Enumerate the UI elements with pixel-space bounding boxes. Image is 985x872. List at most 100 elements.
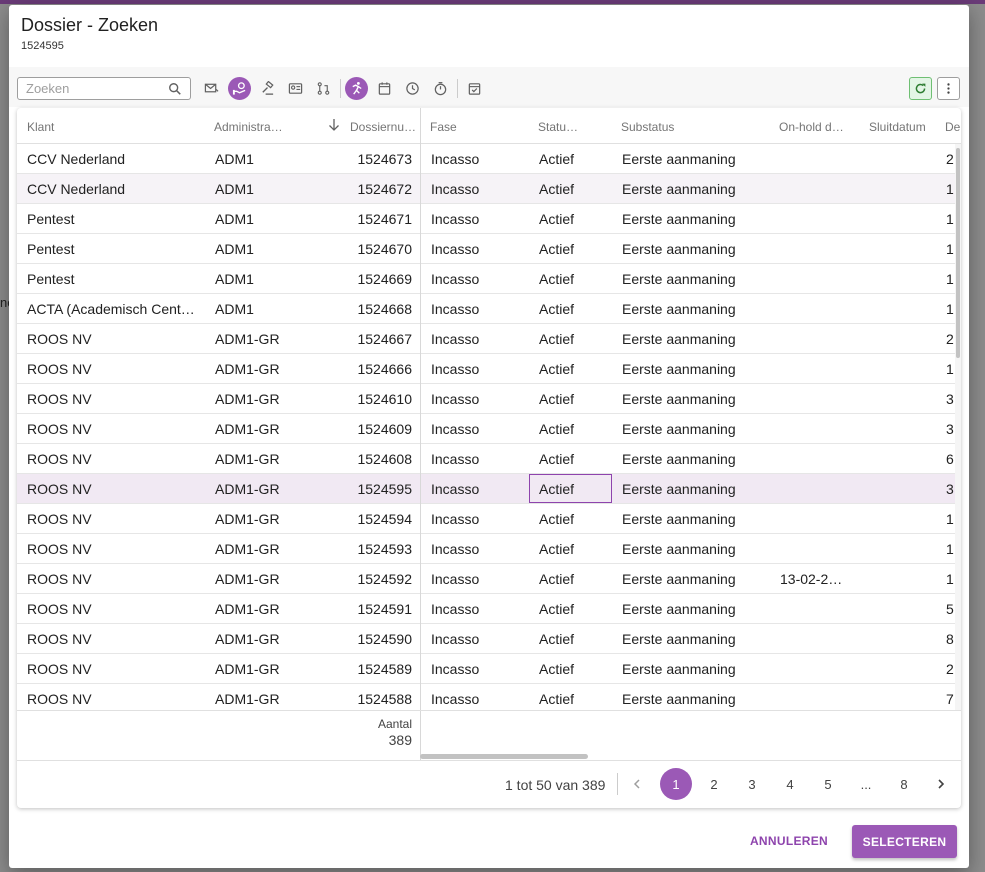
horizontal-scroll-thumb[interactable] — [420, 754, 588, 759]
cell-administratie[interactable]: ADM1-GR — [215, 481, 315, 497]
cell-administratie[interactable]: ADM1-GR — [215, 391, 315, 407]
cell-status[interactable]: Actief — [539, 541, 609, 557]
more-options-button[interactable] — [937, 77, 960, 100]
cell-klant[interactable]: ROOS NV — [27, 661, 197, 677]
column-header-dossiernummer[interactable]: Dossiernu… — [350, 120, 416, 134]
column-header-administratie[interactable]: Administra… — [214, 120, 294, 134]
filter-payment-button[interactable] — [228, 77, 251, 100]
cell-status[interactable]: Actief — [539, 391, 609, 407]
table-row[interactable]: CCV Nederland ADM1 1524672 Incasso Actief Eer… — [17, 174, 955, 204]
cell-administratie[interactable]: ADM1 — [215, 301, 315, 317]
cell-de[interactable]: 5 — [946, 601, 955, 617]
cell-dossiernummer[interactable]: 1524592 — [337, 571, 412, 587]
cell-substatus[interactable]: Eerste aanmaning — [622, 331, 772, 347]
table-row[interactable]: ROOS NV ADM1-GR 1524609 Incasso Actief Eerste… — [17, 414, 955, 444]
cell-de[interactable]: 2 — [946, 151, 955, 167]
sort-descending-icon[interactable] — [327, 118, 341, 132]
filter-clock-button[interactable] — [401, 77, 424, 100]
cell-de[interactable]: 8 — [946, 631, 955, 647]
cell-de[interactable]: 3 — [946, 391, 955, 407]
cell-status[interactable]: Actief — [539, 361, 609, 377]
filter-planned-button[interactable] — [463, 77, 486, 100]
page-button-5[interactable]: 5 — [812, 768, 844, 800]
table-row[interactable]: ROOS NV ADM1-GR 1524588 Incasso Actief Eerste… — [17, 684, 955, 710]
cell-substatus[interactable]: Eerste aanmaning — [622, 301, 772, 317]
cell-administratie[interactable]: ADM1 — [215, 211, 315, 227]
cell-dossiernummer[interactable]: 1524590 — [337, 631, 412, 647]
filter-mail-button[interactable] — [200, 77, 223, 100]
search-input[interactable] — [18, 78, 158, 99]
filter-legal-button[interactable] — [256, 77, 279, 100]
cell-fase[interactable]: Incasso — [431, 271, 521, 287]
cell-status[interactable]: Actief — [539, 691, 609, 707]
cell-dossiernummer[interactable]: 1524673 — [337, 151, 412, 167]
cell-klant[interactable]: CCV Nederland — [27, 151, 197, 167]
cell-fase[interactable]: Incasso — [431, 541, 521, 557]
cell-dossiernummer[interactable]: 1524591 — [337, 601, 412, 617]
column-header-onhold[interactable]: On-hold d… — [779, 120, 859, 134]
cell-dossiernummer[interactable]: 1524667 — [337, 331, 412, 347]
cell-klant[interactable]: Pentest — [27, 241, 197, 257]
cell-klant[interactable]: ROOS NV — [27, 451, 197, 467]
filter-calendar-button[interactable] — [373, 77, 396, 100]
cancel-button[interactable]: ANNULEREN — [749, 825, 829, 857]
cell-klant[interactable]: Pentest — [27, 211, 197, 227]
cell-dossiernummer[interactable]: 1524595 — [337, 481, 412, 497]
table-row[interactable]: Pentest ADM1 1524671 Incasso Actief Eerste aa… — [17, 204, 955, 234]
refresh-button[interactable] — [909, 77, 932, 100]
cell-administratie[interactable]: ADM1 — [215, 241, 315, 257]
column-header-substatus[interactable]: Substatus — [621, 120, 761, 134]
cell-substatus[interactable]: Eerste aanmaning — [622, 151, 772, 167]
cell-substatus[interactable]: Eerste aanmaning — [622, 361, 772, 377]
cell-substatus[interactable]: Eerste aanmaning — [622, 241, 772, 257]
cell-status[interactable]: Actief — [539, 571, 609, 587]
cell-dossiernummer[interactable]: 1524608 — [337, 451, 412, 467]
cell-administratie[interactable]: ADM1 — [215, 181, 315, 197]
cell-onhold[interactable]: 13-02-2… — [780, 571, 860, 587]
cell-fase[interactable]: Incasso — [431, 301, 521, 317]
filter-workflow-button[interactable] — [312, 77, 335, 100]
cell-de[interactable]: 1 — [946, 211, 955, 227]
cell-klant[interactable]: ROOS NV — [27, 571, 197, 587]
cell-substatus[interactable]: Eerste aanmaning — [622, 691, 772, 707]
cell-de[interactable]: 2 — [946, 661, 955, 677]
cell-dossiernummer[interactable]: 1524669 — [337, 271, 412, 287]
cell-fase[interactable]: Incasso — [431, 241, 521, 257]
cell-fase[interactable]: Incasso — [431, 631, 521, 647]
column-header-klant[interactable]: Klant — [27, 120, 197, 134]
filter-timer-button[interactable] — [429, 77, 452, 100]
cell-de[interactable]: 1 — [946, 511, 955, 527]
cell-klant[interactable]: ROOS NV — [27, 541, 197, 557]
cell-status[interactable]: Actief — [539, 421, 609, 437]
cell-dossiernummer[interactable]: 1524594 — [337, 511, 412, 527]
cell-fase[interactable]: Incasso — [431, 391, 521, 407]
cell-substatus[interactable]: Eerste aanmaning — [622, 511, 772, 527]
cell-fase[interactable]: Incasso — [431, 361, 521, 377]
cell-administratie[interactable]: ADM1-GR — [215, 361, 315, 377]
cell-status[interactable]: Actief — [539, 181, 609, 197]
table-row[interactable]: Pentest ADM1 1524670 Incasso Actief Eerste aa… — [17, 234, 955, 264]
cell-dossiernummer[interactable]: 1524593 — [337, 541, 412, 557]
cell-fase[interactable]: Incasso — [431, 451, 521, 467]
cell-fase[interactable]: Incasso — [431, 511, 521, 527]
cell-dossiernummer[interactable]: 1524670 — [337, 241, 412, 257]
cell-klant[interactable]: CCV Nederland — [27, 181, 197, 197]
cell-klant[interactable]: ROOS NV — [27, 421, 197, 437]
cell-de[interactable]: 1 — [946, 181, 955, 197]
cell-status[interactable]: Actief — [539, 241, 609, 257]
cell-administratie[interactable]: ADM1-GR — [215, 691, 315, 707]
page-button-3[interactable]: 3 — [736, 768, 768, 800]
cell-de[interactable]: 3 — [946, 421, 955, 437]
cell-status[interactable]: Actief — [539, 151, 609, 167]
search-icon[interactable] — [168, 82, 182, 96]
column-header-status[interactable]: Statu… — [538, 120, 598, 134]
cell-status[interactable]: Actief — [539, 631, 609, 647]
cell-klant[interactable]: ROOS NV — [27, 631, 197, 647]
cell-status[interactable]: Actief — [539, 301, 609, 317]
cell-de[interactable]: 3 — [946, 481, 955, 497]
cell-klant[interactable]: ACTA (Academisch Centr… — [27, 301, 197, 317]
horizontal-scrollbar[interactable] — [420, 753, 961, 759]
cell-substatus[interactable]: Eerste aanmaning — [622, 421, 772, 437]
table-row[interactable]: CCV Nederland ADM1 1524673 Incasso Actief Eer… — [17, 144, 955, 174]
cell-administratie[interactable]: ADM1-GR — [215, 541, 315, 557]
